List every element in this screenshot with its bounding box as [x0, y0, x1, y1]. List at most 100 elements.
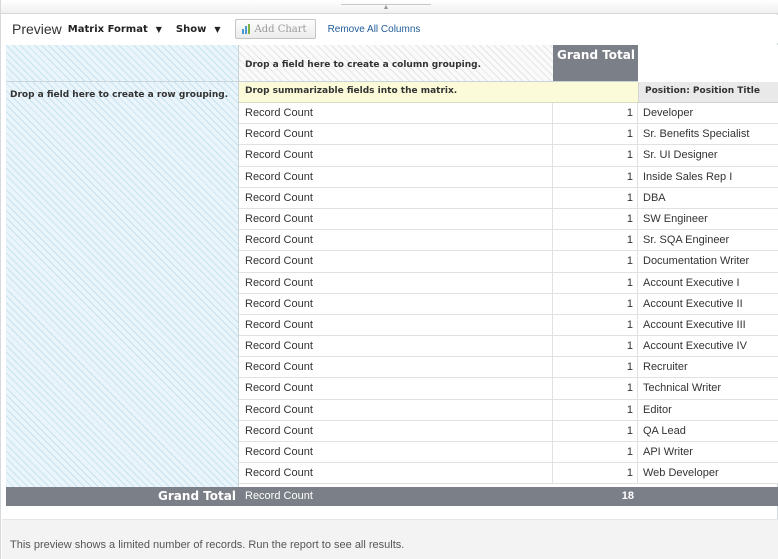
- row-count-value: 1: [553, 124, 638, 145]
- report-builder-preview: ▲ Preview Matrix Format ▼ Show ▼ Add Cha…: [0, 0, 778, 559]
- table-row: Record Count 1 QA Lead: [239, 420, 778, 442]
- row-count-value: 1: [553, 336, 638, 357]
- row-count-value: 1: [553, 272, 638, 293]
- add-chart-label: Add Chart: [254, 23, 307, 35]
- row-position-title: Sr. SQA Engineer: [643, 234, 730, 247]
- row-measure-label: Record Count: [239, 420, 553, 441]
- row-position-title: Editor: [643, 403, 672, 416]
- show-menu[interactable]: Show ▼: [176, 24, 221, 35]
- row-position-title: Technical Writer: [643, 382, 722, 395]
- matrix-rows: Record Count 1 Developer Record Count 1 …: [239, 103, 778, 485]
- row-count-value: 1: [553, 399, 638, 420]
- row-measure-label: Record Count: [239, 442, 553, 463]
- row-measure-label: Record Count: [239, 145, 553, 166]
- matrix-format-label: Matrix Format: [67, 23, 148, 35]
- row-count-value: 1: [553, 103, 638, 124]
- summarizable-drop-zone[interactable]: Drop summarizable fields into the matrix…: [239, 82, 638, 103]
- preview-limit-note: This preview shows a limited number of r…: [10, 539, 405, 551]
- grip-icon: ▲: [341, 4, 431, 11]
- row-position-title: API Writer: [643, 446, 693, 458]
- column-drop-text: Drop a field here to create a column gro…: [245, 60, 482, 70]
- table-row: Record Count 1 SW Engineer: [239, 208, 778, 231]
- row-position-title: Inside Sales Rep I: [643, 170, 733, 183]
- row-measure-label: Record Count: [239, 187, 553, 208]
- row-position-title: Account Executive I: [643, 276, 740, 289]
- column-grouping-drop-zone[interactable]: Drop a field here to create a column gro…: [239, 45, 553, 82]
- preview-footer: This preview shows a limited number of r…: [2, 519, 778, 559]
- row-grouping-drop-zone[interactable]: Drop a field here to create a row groupi…: [6, 82, 239, 487]
- grand-total-value: 18: [621, 490, 634, 502]
- row-measure-label: Record Count: [239, 166, 553, 187]
- table-row: Record Count 1 Sr. Benefits Specialist: [239, 124, 778, 146]
- row-position-title: Documentation Writer: [643, 255, 750, 268]
- row-position-title: Sr. UI Designer: [643, 149, 718, 162]
- remove-all-columns-link[interactable]: Remove All Columns: [328, 24, 421, 35]
- row-measure-label: Record Count: [239, 336, 553, 357]
- row-count-value: 1: [553, 357, 638, 378]
- row-count-value: 1: [553, 251, 638, 272]
- row-drop-text: Drop a field here to create a row groupi…: [10, 90, 229, 100]
- table-row: Record Count 1 Developer: [239, 103, 778, 125]
- chevron-down-icon: ▼: [155, 24, 162, 34]
- table-row: Record Count 1 Documentation Writer: [239, 251, 778, 273]
- row-count-value: 1: [553, 187, 638, 208]
- row-count-value: 1: [553, 208, 638, 230]
- row-count-value: 1: [553, 314, 638, 336]
- grand-total-measure-label: Record Count: [245, 490, 313, 502]
- position-header-label: Position: Position Title: [645, 86, 760, 96]
- grand-total-row-label: Grand Total: [158, 489, 236, 503]
- resize-handle[interactable]: ▲: [1, 0, 778, 14]
- table-row: Record Count 1 Account Executive I: [239, 272, 778, 294]
- table-row: Record Count 1 Sr. UI Designer: [239, 145, 778, 167]
- row-count-value: 1: [553, 293, 638, 314]
- show-label: Show: [175, 23, 207, 35]
- row-measure-label: Record Count: [239, 357, 553, 378]
- table-row: Record Count 1 Inside Sales Rep I: [239, 166, 778, 188]
- row-position-title: Web Developer: [643, 467, 719, 480]
- grand-total-column-header: Grand Total: [553, 45, 638, 82]
- row-measure-label: Record Count: [239, 251, 553, 272]
- add-chart-button[interactable]: Add Chart: [234, 19, 316, 39]
- table-row: Record Count 1 Account Executive II: [239, 293, 778, 315]
- row-position-title: Developer: [643, 107, 694, 119]
- preview-title: Preview: [12, 21, 62, 37]
- row-count-value: 1: [553, 463, 638, 484]
- row-measure-label: Record Count: [239, 399, 553, 420]
- row-position-title: SW Engineer: [643, 212, 708, 225]
- row-count-value: 1: [553, 230, 638, 251]
- row-position-title: Recruiter: [643, 361, 688, 374]
- position-title-column-header[interactable]: Position: Position Title: [638, 82, 778, 103]
- row-measure-label: Record Count: [239, 230, 553, 251]
- matrix-format-menu[interactable]: Matrix Format ▼: [68, 24, 162, 35]
- row-position-title: Account Executive IV: [643, 340, 747, 353]
- table-row: Record Count 1 Sr. SQA Engineer: [239, 230, 778, 252]
- preview-toolbar: Preview Matrix Format ▼ Show ▼ Add Chart…: [2, 15, 778, 43]
- row-count-value: 1: [553, 378, 638, 399]
- table-row: Record Count 1 Editor: [239, 399, 778, 421]
- row-count-value: 1: [553, 166, 638, 187]
- grand-total-blank: [638, 487, 778, 506]
- row-position-title: DBA: [643, 191, 666, 204]
- header-blank: [638, 45, 778, 82]
- bar-chart-icon: [241, 24, 250, 34]
- table-row: Record Count 1 Recruiter: [239, 357, 778, 379]
- row-measure-label: Record Count: [239, 103, 553, 124]
- row-measure-label: Record Count: [239, 293, 553, 314]
- table-row: Record Count 1 Web Developer: [239, 463, 778, 485]
- chevron-down-icon: ▼: [214, 24, 221, 34]
- table-row: Record Count 1 Account Executive III: [239, 314, 778, 337]
- row-position-title: QA Lead: [643, 424, 686, 437]
- row-measure-label: Record Count: [239, 208, 553, 230]
- row-count-value: 1: [553, 145, 638, 166]
- table-row: Record Count 1 Technical Writer: [239, 378, 778, 400]
- summarizable-drop-text: Drop summarizable fields into the matrix…: [245, 86, 458, 96]
- row-measure-label: Record Count: [239, 378, 553, 399]
- row-count-value: 1: [553, 442, 638, 463]
- row-measure-label: Record Count: [239, 463, 553, 484]
- table-row: Record Count 1 DBA: [239, 187, 778, 209]
- matrix-corner: [6, 45, 239, 82]
- matrix-grid: Drop a field here to create a column gro…: [6, 45, 778, 506]
- row-measure-label: Record Count: [239, 314, 553, 336]
- table-row: Record Count 1 API Writer: [239, 442, 778, 464]
- row-measure-label: Record Count: [239, 124, 553, 145]
